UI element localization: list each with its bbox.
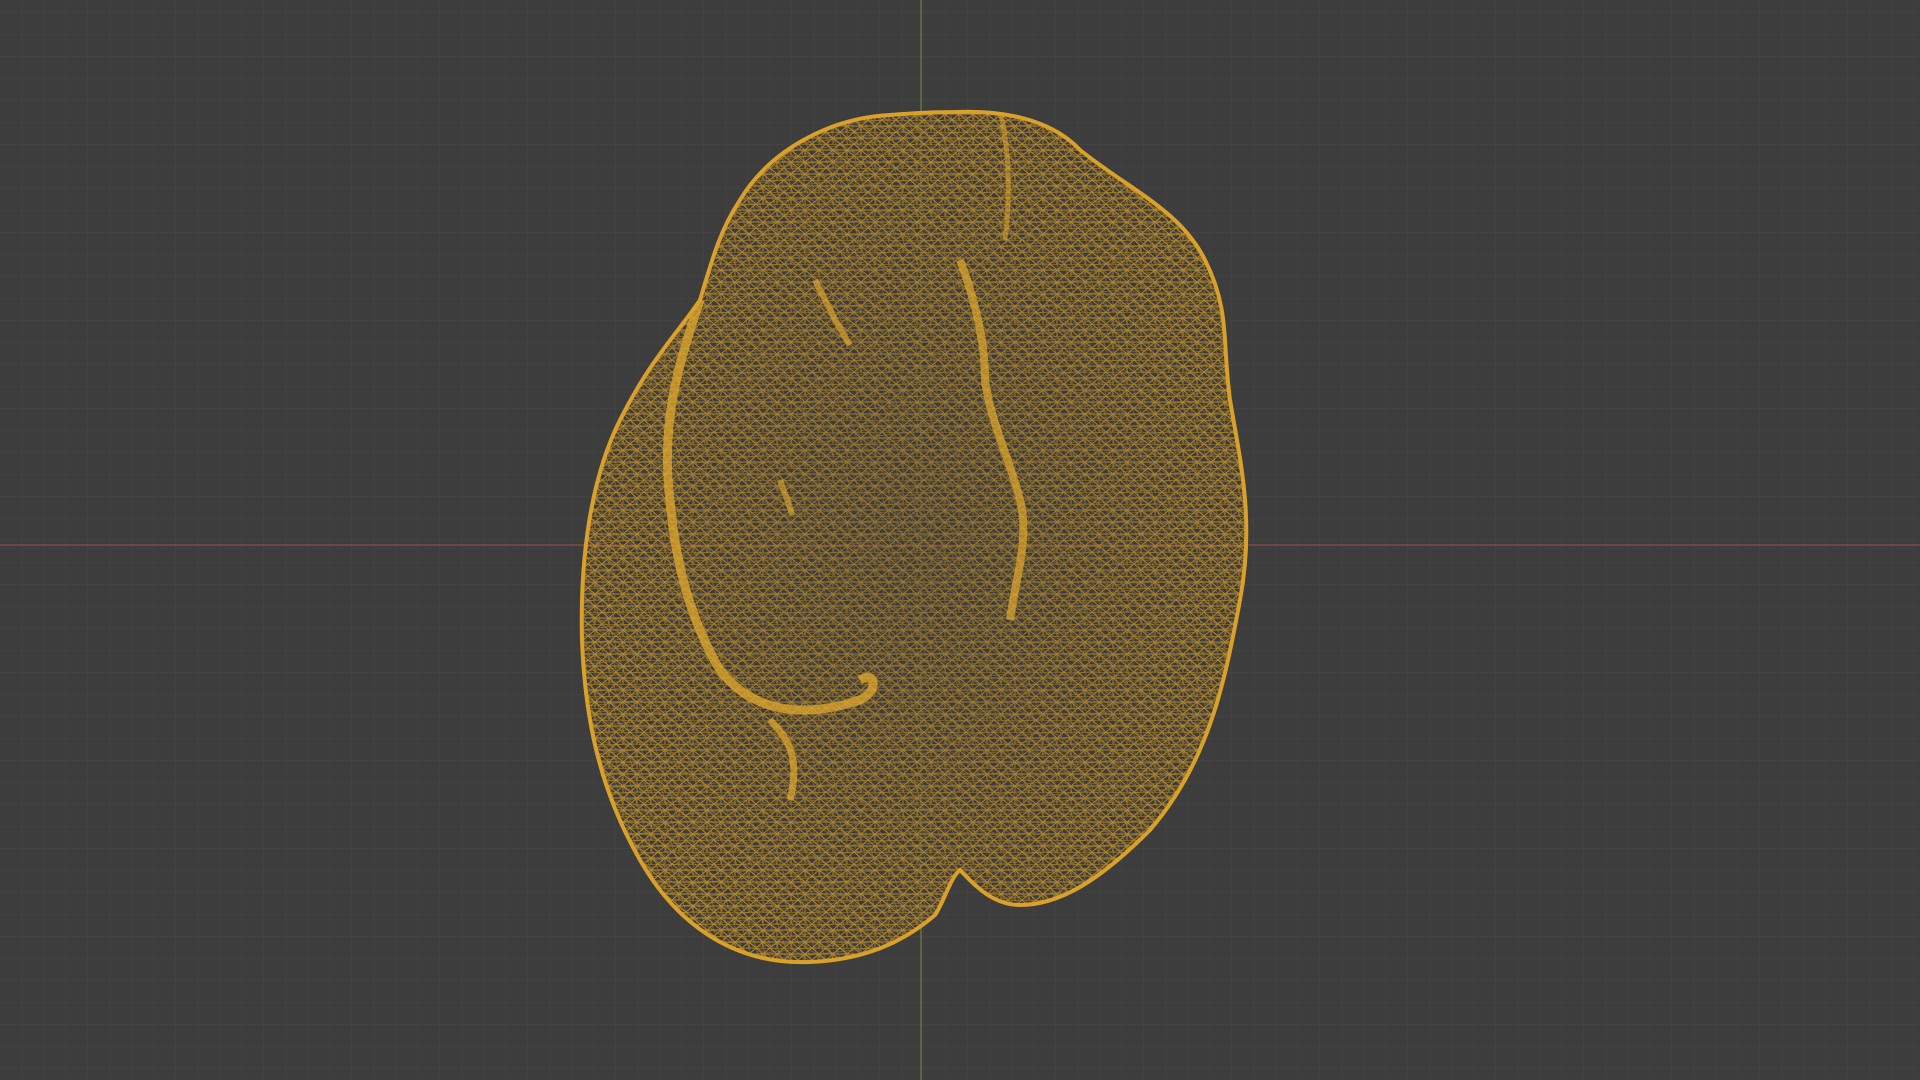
- viewport-canvas[interactable]: [0, 0, 1920, 1080]
- 3d-viewport[interactable]: [0, 0, 1920, 1080]
